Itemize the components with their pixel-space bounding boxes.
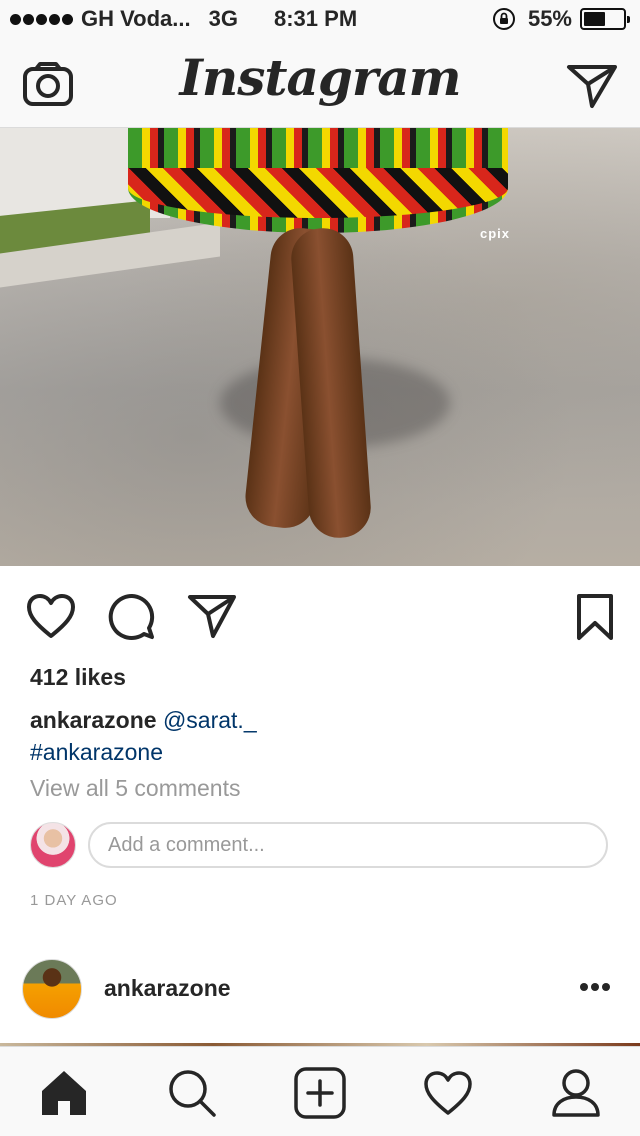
like-icon[interactable]	[26, 592, 76, 642]
instagram-logo: Instagram	[179, 48, 462, 107]
photo-watermark: cpix	[480, 226, 511, 241]
more-options-icon[interactable]	[580, 975, 614, 999]
activity-icon[interactable]	[422, 1067, 474, 1119]
caption-mention[interactable]: @sarat._	[163, 707, 257, 733]
add-comment-row: Add a comment...	[30, 822, 610, 868]
bottom-tab-bar	[0, 1046, 640, 1136]
direct-send-icon[interactable]	[566, 62, 618, 110]
post-username[interactable]: ankarazone	[104, 975, 231, 1002]
next-post-header: ankarazone	[0, 955, 640, 1025]
post-caption: ankarazone @sarat._ #ankarazone	[30, 704, 610, 768]
status-time: 8:31 PM	[274, 6, 358, 31]
search-icon[interactable]	[166, 1067, 218, 1119]
home-icon[interactable]	[38, 1067, 90, 1119]
current-user-avatar	[30, 822, 76, 868]
post-timestamp: 1 DAY AGO	[30, 892, 118, 909]
post-photo[interactable]: cpix	[0, 128, 640, 566]
top-nav-bar: Instagram	[0, 40, 640, 128]
share-icon[interactable]	[187, 592, 237, 642]
battery-icon	[580, 8, 630, 30]
network-type: 3G	[208, 6, 238, 31]
likes-count[interactable]: 412 likes	[30, 664, 126, 691]
view-all-comments-link[interactable]: View all 5 comments	[30, 775, 241, 802]
caption-username[interactable]: ankarazone	[30, 707, 157, 733]
rotation-lock-icon	[492, 8, 515, 30]
bookmark-icon[interactable]	[570, 592, 620, 642]
status-bar: GH Voda... 3G 8:31 PM 55%	[0, 0, 640, 40]
profile-icon[interactable]	[550, 1067, 602, 1119]
comment-input[interactable]: Add a comment...	[88, 822, 608, 868]
caption-hashtag[interactable]: #ankarazone	[30, 739, 163, 765]
comment-icon[interactable]	[107, 592, 157, 642]
avatar[interactable]	[22, 959, 82, 1019]
add-post-icon[interactable]	[294, 1067, 346, 1119]
signal-strength-icon	[10, 13, 73, 25]
battery-percent: 55%	[527, 6, 572, 31]
status-left: GH Voda... 3G	[10, 6, 238, 32]
carrier-name: GH Voda...	[81, 6, 191, 31]
post-actions	[0, 566, 640, 666]
status-right: 55%	[492, 6, 630, 32]
